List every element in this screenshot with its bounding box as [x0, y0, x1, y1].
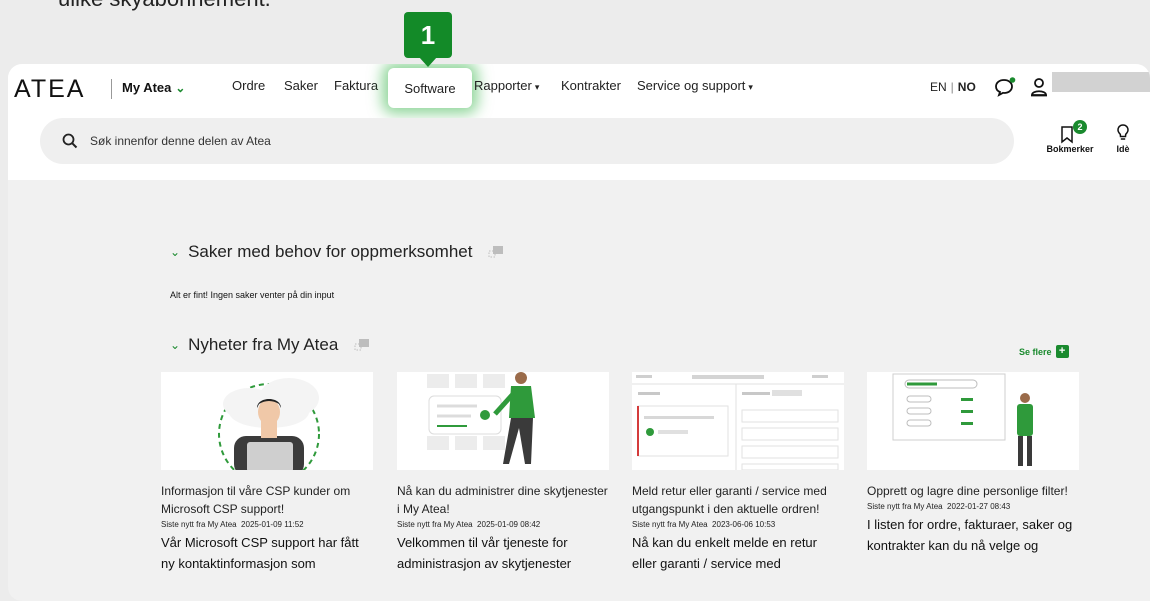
cloud-admin-illustration [427, 372, 535, 464]
news-card-excerpt: Vår Microsoft CSP support har fått ny ko… [161, 535, 359, 571]
nav-item-service-og-support[interactable]: Service og support ▾ [637, 78, 753, 93]
chevron-down-icon: ⌄ [170, 338, 181, 352]
news-card[interactable]: Opprett og lagre dine personlige filter!… [867, 372, 1079, 556]
top-bar: ATEA My Atea ⌄ Ordre Saker Faktura Softw… [8, 64, 1150, 180]
bookmarks-label: Bokmerker [1046, 144, 1094, 154]
news-card-image [867, 372, 1079, 470]
user-name-redacted[interactable] [1052, 72, 1150, 92]
news-card-image [632, 372, 844, 470]
nav-item-kontrakter[interactable]: Kontrakter [561, 78, 621, 93]
bookmark-icon [1061, 126, 1073, 144]
attention-status-message: Alt er fint! Ingen saker venter på din i… [170, 290, 335, 300]
portal-label: My Atea [122, 80, 172, 95]
news-card[interactable]: Nå kan du administrer dine skytjenester … [397, 372, 609, 574]
atea-logo[interactable]: ATEA [14, 75, 85, 104]
lightbulb-icon [1117, 124, 1129, 140]
idea-button[interactable]: Idè [1108, 124, 1138, 154]
user-icon[interactable] [1030, 77, 1048, 97]
see-more-link[interactable]: Se flere + [1019, 345, 1069, 358]
bookmarks-count-badge: 2 [1073, 120, 1087, 134]
person-laptop-illustration [218, 378, 320, 470]
news-card-title[interactable]: Informasjon til våre CSP kunder om Micro… [161, 482, 373, 518]
see-more-label: Se flere [1019, 346, 1052, 357]
news-card-excerpt: Velkommen til vår tjeneste for administr… [397, 535, 572, 571]
lang-en[interactable]: EN [930, 80, 947, 94]
chevron-down-icon: ⌄ [170, 245, 181, 259]
news-card-meta: Siste nytt fra My Atea 2025-01-09 11:52 [161, 520, 304, 529]
bookmarks-button[interactable]: 2 Bokmerker [1044, 120, 1096, 154]
nav-item-saker[interactable]: Saker [284, 78, 318, 93]
copy-icon[interactable] [354, 338, 370, 352]
news-card-image [397, 372, 609, 470]
news-section-title: Nyheter fra My Atea [188, 335, 339, 354]
news-card[interactable]: Meld retur eller garanti / service med u… [632, 372, 844, 574]
language-switch: EN | NO [930, 80, 976, 94]
caret-down-icon: ▾ [748, 82, 753, 92]
caret-down-icon: ▾ [534, 82, 540, 92]
search-input[interactable] [90, 134, 690, 148]
news-card-meta: Siste nytt fra My Atea 2023-06-06 10:53 [632, 520, 776, 529]
filter-illustration [892, 373, 1033, 466]
idea-label: Idè [1116, 144, 1130, 154]
service-form-screenshot [632, 375, 844, 470]
news-card-excerpt: I listen for ordre, fakturaer, saker og … [867, 517, 1073, 553]
portal-switcher[interactable]: My Atea ⌄ [122, 80, 185, 95]
news-card-title[interactable]: Opprett og lagre dine personlige filter! [867, 482, 1079, 500]
chat-icon[interactable] [994, 77, 1016, 97]
intro-text: ulike skyabonnement. [58, 0, 271, 12]
chevron-down-icon: ⌄ [175, 80, 186, 95]
news-card-title[interactable]: Meld retur eller garanti / service med u… [632, 482, 844, 518]
attention-section-heading[interactable]: ⌄ Saker med behov for oppmerksomhet [170, 242, 504, 262]
app-window: ATEA My Atea ⌄ Ordre Saker Faktura Softw… [8, 64, 1150, 601]
copy-icon[interactable] [488, 245, 504, 259]
news-section-heading[interactable]: ⌄ Nyheter fra My Atea [170, 335, 370, 355]
nav-item-software[interactable]: Software [388, 68, 472, 108]
news-card[interactable]: Informasjon til våre CSP kunder om Micro… [161, 372, 373, 574]
news-card-meta: Siste nytt fra My Atea 2022-01-27 08:43 [867, 502, 1011, 511]
news-card-excerpt: Nå kan du enkelt melde en retur eller ga… [632, 535, 817, 571]
nav-item-ordre[interactable]: Ordre [232, 78, 265, 93]
nav-item-rapporter[interactable]: Rapporter ▾ [474, 78, 539, 93]
nav-item-faktura[interactable]: Faktura [334, 78, 378, 93]
news-card-meta: Siste nytt fra My Atea 2025-01-09 08:42 [397, 520, 541, 529]
logo-divider [111, 79, 112, 99]
lang-no[interactable]: NO [958, 80, 976, 94]
news-card-title[interactable]: Nå kan du administrer dine skytjenester … [397, 482, 609, 518]
plus-icon: + [1055, 345, 1069, 358]
attention-section-title: Saker med behov for oppmerksomhet [188, 242, 473, 261]
search-icon [62, 133, 78, 149]
step-number-badge: 1 [404, 12, 452, 58]
search-bar [40, 118, 1014, 164]
news-card-image [161, 372, 373, 470]
